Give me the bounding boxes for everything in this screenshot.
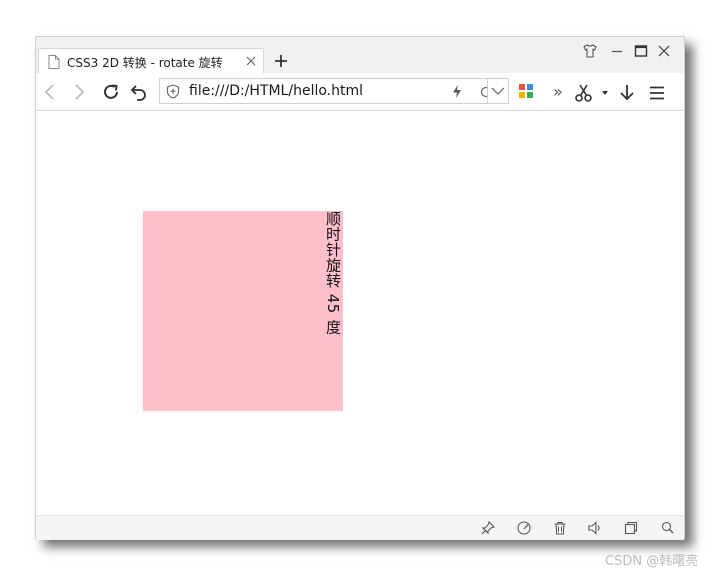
window-icon[interactable] xyxy=(623,520,639,536)
scissors-icon[interactable] xyxy=(574,83,594,103)
title-bar: CSS3 2D 转换 - rotate 旋转 xyxy=(36,37,684,74)
browser-tab[interactable]: CSS3 2D 转换 - rotate 旋转 xyxy=(38,48,264,74)
more-tools-chevron[interactable]: » xyxy=(553,82,563,101)
document-icon xyxy=(48,55,60,69)
csdn-watermark: CSDN @韩曙亮 xyxy=(605,554,699,569)
undo-icon[interactable] xyxy=(129,82,149,102)
pin-icon[interactable] xyxy=(480,520,496,536)
new-tab-icon[interactable] xyxy=(272,52,290,70)
address-dropdown[interactable] xyxy=(487,78,509,104)
back-icon[interactable] xyxy=(40,82,60,102)
close-window-icon[interactable] xyxy=(656,43,672,59)
skin-icon[interactable] xyxy=(582,43,598,59)
forward-icon[interactable] xyxy=(69,82,89,102)
apps-icon[interactable] xyxy=(518,83,534,99)
address-bar[interactable]: file:///D:/HTML/hello.html xyxy=(159,78,508,104)
rotate-demo-text: 顺时针旋转 45 度 xyxy=(324,211,342,335)
tab-title: CSS3 2D 转换 - rotate 旋转 xyxy=(67,56,223,70)
speaker-icon[interactable] xyxy=(587,520,603,536)
page-content: 顺时针旋转 45 度 xyxy=(36,111,684,515)
speedometer-icon[interactable] xyxy=(516,520,532,536)
minimize-icon[interactable] xyxy=(609,43,625,59)
lightning-icon[interactable] xyxy=(451,84,463,99)
rotate-demo-box xyxy=(143,211,343,411)
tab-close-icon[interactable] xyxy=(245,55,257,67)
shield-icon[interactable] xyxy=(166,84,180,99)
menu-icon[interactable] xyxy=(647,83,667,103)
url-text[interactable]: file:///D:/HTML/hello.html xyxy=(189,83,363,99)
trash-icon[interactable] xyxy=(552,520,568,536)
download-icon[interactable] xyxy=(617,83,637,103)
zoom-icon[interactable] xyxy=(660,520,676,536)
dropdown-icon[interactable] xyxy=(491,86,505,96)
status-bar xyxy=(36,515,684,540)
reload-icon[interactable] xyxy=(101,82,121,102)
maximize-icon[interactable] xyxy=(633,43,649,59)
browser-window: CSS3 2D 转换 - rotate 旋转 file:///D:/HTML/h… xyxy=(35,36,685,540)
caret-down-icon[interactable] xyxy=(601,90,609,96)
